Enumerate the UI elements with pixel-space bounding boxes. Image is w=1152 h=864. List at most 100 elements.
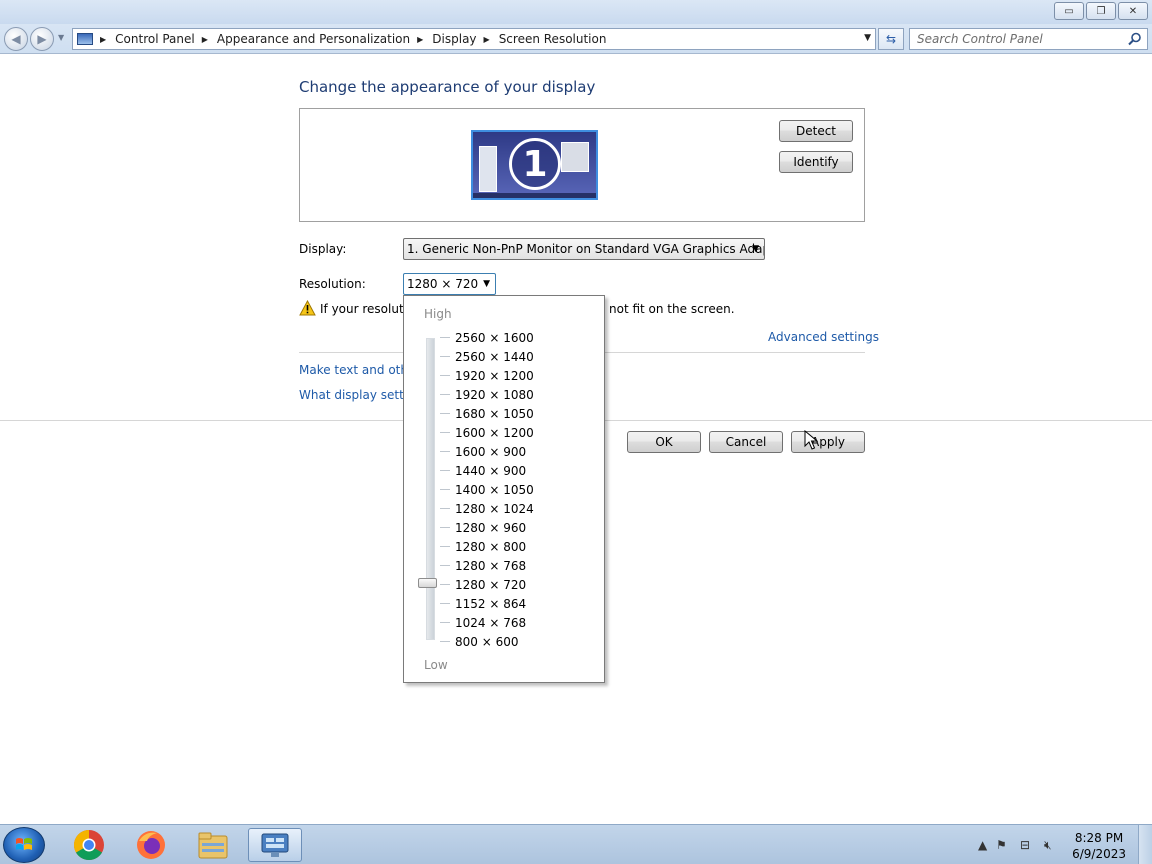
display-select[interactable]: 1. Generic Non-PnP Monitor on Standard V… [403, 238, 765, 260]
taskbar-chrome[interactable] [62, 828, 116, 862]
slider-tick [440, 546, 450, 547]
apply-button[interactable]: Apply [791, 431, 865, 453]
resolution-option[interactable]: 1152 × 864 [440, 594, 526, 613]
cancel-button[interactable]: Cancel [709, 431, 783, 453]
slider-tick [440, 394, 450, 395]
chrome-icon [73, 830, 104, 861]
slider-tick [440, 413, 450, 414]
resolution-option[interactable]: 1280 × 1024 [440, 499, 534, 518]
breadcrumb-display[interactable]: Display [432, 32, 476, 46]
taskbar-file-explorer[interactable] [186, 828, 240, 862]
resolution-option[interactable]: 1920 × 1080 [440, 385, 534, 404]
taskbar-clock[interactable]: 8:28 PM 6/9/2023 [1072, 830, 1126, 862]
resolution-option[interactable]: 1600 × 1200 [440, 423, 534, 442]
refresh-button[interactable]: ⇆ [878, 28, 904, 50]
breadcrumb-arrow-icon[interactable]: ▶ [100, 35, 106, 44]
slider-tick [440, 470, 450, 471]
slider-tick [440, 356, 450, 357]
resolution-slider-track[interactable] [426, 338, 435, 640]
resolution-option[interactable]: 800 × 600 [440, 632, 519, 651]
resolution-option[interactable]: 1280 × 720 [440, 575, 526, 594]
breadcrumb-appearance[interactable]: Appearance and Personalization [217, 32, 410, 46]
show-desktop-button[interactable] [1138, 825, 1152, 864]
monitor-window-graphic [479, 146, 497, 192]
search-input[interactable] [917, 32, 1122, 46]
slider-tick [440, 432, 450, 433]
action-center-flag-icon[interactable]: ⚑ [996, 838, 1007, 852]
identify-button[interactable]: Identify [779, 151, 853, 173]
breadcrumb-control-panel[interactable]: Control Panel [115, 32, 195, 46]
slider-tick [440, 451, 450, 452]
firefox-icon [137, 831, 165, 859]
back-button[interactable]: ◀ [4, 27, 28, 51]
resolution-select[interactable]: 1280 × 720 ▼ [403, 273, 496, 295]
monitor-1-thumbnail[interactable]: 1 [471, 130, 598, 200]
warning-icon [299, 300, 316, 316]
resolution-option[interactable]: 1600 × 900 [440, 442, 526, 461]
resolution-option[interactable]: 1680 × 1050 [440, 404, 534, 423]
slider-low-label: Low [424, 658, 448, 672]
resolution-option[interactable]: 1400 × 1050 [440, 480, 534, 499]
search-box[interactable] [909, 28, 1148, 50]
resolution-option[interactable]: 1280 × 960 [440, 518, 526, 537]
maximize-button[interactable]: ❐ [1086, 2, 1116, 20]
detect-button[interactable]: Detect [779, 120, 853, 142]
clock-date: 6/9/2023 [1072, 847, 1126, 861]
folder-icon [198, 832, 228, 859]
refresh-icon: ⇆ [885, 32, 897, 46]
windows-logo-icon [16, 838, 32, 850]
control-panel-icon [261, 833, 289, 857]
navigation-bar: ◀ ▶ ▼ ▶ Control Panel ▶ Appearance and P… [0, 24, 1152, 54]
taskbar: ▲ ⚑ ⊟ 🔇︎ 8:28 PM 6/9/2023 [0, 824, 1152, 864]
search-icon[interactable] [1128, 32, 1142, 46]
page-title: Change the appearance of your display [299, 78, 596, 96]
resolution-option-label: 1280 × 960 [455, 520, 527, 535]
restore-icon: ❐ [1096, 5, 1106, 17]
resolution-option-label: 800 × 600 [455, 634, 519, 649]
control-panel-icon [77, 33, 93, 45]
slider-high-label: High [424, 307, 452, 321]
address-dropdown-icon[interactable]: ▼ [864, 33, 871, 43]
resolution-option-label: 1920 × 1200 [455, 368, 534, 383]
resolution-slider-thumb[interactable] [418, 578, 437, 588]
taskbar-control-panel[interactable] [248, 828, 302, 862]
recent-pages-dropdown[interactable]: ▼ [58, 33, 64, 42]
slider-tick [440, 375, 450, 376]
resolution-option-label: 2560 × 1440 [455, 349, 534, 364]
window-controls: ▭ ❐ ✕ [1054, 2, 1148, 20]
slider-tick [440, 603, 450, 604]
breadcrumb-screen-resolution[interactable]: Screen Resolution [499, 32, 607, 46]
start-button[interactable] [3, 827, 45, 863]
mouse-cursor-icon [804, 430, 818, 450]
resolution-option[interactable]: 1280 × 768 [440, 556, 526, 575]
minimize-button[interactable]: ▭ [1054, 2, 1084, 20]
resolution-option-label: 1024 × 768 [455, 615, 527, 630]
ok-button[interactable]: OK [627, 431, 701, 453]
forward-button[interactable]: ▶ [30, 27, 54, 51]
show-hidden-icons-icon[interactable]: ▲ [978, 838, 987, 852]
resolution-option[interactable]: 2560 × 1600 [440, 328, 534, 347]
network-icon[interactable]: ⊟ [1020, 838, 1030, 852]
breadcrumb-arrow-icon[interactable]: ▶ [484, 35, 490, 44]
slider-tick [440, 641, 450, 642]
resolution-option-label: 1400 × 1050 [455, 482, 534, 497]
slider-tick [440, 622, 450, 623]
advanced-settings-link[interactable]: Advanced settings [768, 330, 879, 344]
resolution-option-label: 1152 × 864 [455, 596, 527, 611]
resolution-option[interactable]: 1280 × 800 [440, 537, 526, 556]
resolution-option[interactable]: 2560 × 1440 [440, 347, 534, 366]
close-button[interactable]: ✕ [1118, 2, 1148, 20]
volume-muted-icon[interactable]: 🔇︎ [1044, 838, 1052, 853]
breadcrumb-arrow-icon[interactable]: ▶ [417, 35, 423, 44]
display-label: Display: [299, 242, 347, 256]
resolution-option[interactable]: 1920 × 1200 [440, 366, 534, 385]
clock-time: 8:28 PM [1074, 831, 1124, 845]
resolution-option[interactable]: 1024 × 768 [440, 613, 526, 632]
resolution-dropdown-popup: High 2560 × 1600 2560 × 1440 1920 × 1200 19… [403, 295, 605, 683]
taskbar-firefox[interactable] [124, 828, 178, 862]
slider-tick [440, 584, 450, 585]
breadcrumb-arrow-icon[interactable]: ▶ [202, 35, 208, 44]
address-bar[interactable]: ▶ Control Panel ▶ Appearance and Persona… [72, 28, 876, 50]
resolution-option-label: 1600 × 1200 [455, 425, 534, 440]
resolution-option[interactable]: 1440 × 900 [440, 461, 526, 480]
